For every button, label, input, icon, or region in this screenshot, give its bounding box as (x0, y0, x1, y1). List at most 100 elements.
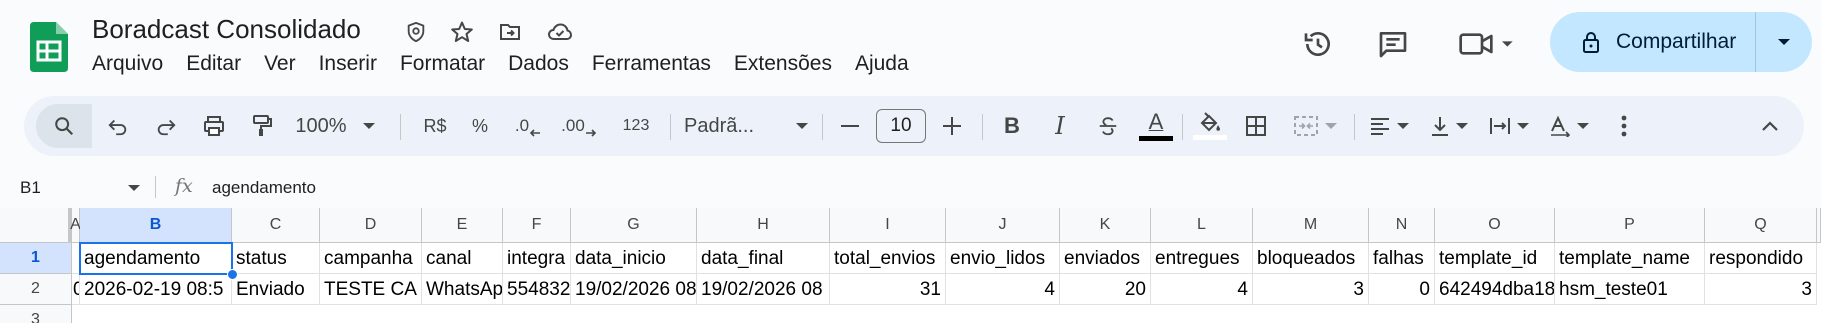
font-family-select[interactable]: Padrã... (684, 96, 808, 156)
column-header-j[interactable]: J (946, 208, 1060, 243)
select-all-corner[interactable] (0, 208, 72, 243)
cell-c1[interactable]: status (232, 243, 320, 274)
print-button[interactable] (194, 96, 234, 156)
increase-font-size-button[interactable] (932, 96, 972, 156)
cloud-saved-icon[interactable] (546, 18, 574, 46)
column-header-f[interactable]: F (503, 208, 571, 243)
bold-button[interactable]: B (992, 96, 1032, 156)
text-wrapping-button[interactable] (1480, 96, 1538, 156)
cell-l1[interactable]: entregues (1151, 243, 1253, 274)
fill-color-button[interactable] (1188, 96, 1232, 156)
cell-n1[interactable]: falhas (1369, 243, 1435, 274)
cell-l2[interactable]: 4 (1151, 274, 1253, 305)
menu-ver[interactable]: Ver (264, 52, 296, 76)
cell-q1[interactable]: respondido (1705, 243, 1817, 274)
column-header-k[interactable]: K (1060, 208, 1151, 243)
column-header-d[interactable]: D (320, 208, 422, 243)
cell-q2[interactable]: 3 (1705, 274, 1817, 305)
column-header-h[interactable]: H (697, 208, 830, 243)
share-button[interactable]: Compartilhar (1550, 12, 1755, 72)
column-header-l[interactable]: L (1151, 208, 1253, 243)
cell-a1[interactable] (72, 243, 80, 274)
strikethrough-button[interactable] (1088, 96, 1128, 156)
cell-d1[interactable]: campanha (320, 243, 422, 274)
column-header-b[interactable]: B (80, 208, 232, 243)
cell-m1[interactable]: bloqueados (1253, 243, 1369, 274)
menu-dados[interactable]: Dados (508, 52, 569, 76)
document-title[interactable]: Boradcast Consolidado (92, 14, 361, 45)
cell-n2[interactable]: 0 (1369, 274, 1435, 305)
name-box[interactable]: B1 (20, 178, 140, 198)
column-header-c[interactable]: C (232, 208, 320, 243)
column-header-n[interactable]: N (1369, 208, 1435, 243)
cell-j2[interactable]: 4 (946, 274, 1060, 305)
cell-a2[interactable]: 0 (72, 274, 80, 305)
version-history-icon[interactable] (1298, 24, 1338, 64)
column-header-m[interactable]: M (1253, 208, 1369, 243)
column-header-i[interactable]: I (830, 208, 946, 243)
cell-k1[interactable]: enviados (1060, 243, 1151, 274)
text-color-button[interactable]: A (1136, 96, 1176, 156)
cell-h1[interactable]: data_final (697, 243, 830, 274)
column-header-p[interactable]: P (1555, 208, 1705, 243)
menu-formatar[interactable]: Formatar (400, 52, 485, 76)
menu-arquivo[interactable]: Arquivo (92, 52, 163, 76)
borders-button[interactable] (1234, 96, 1278, 156)
horizontal-align-button[interactable] (1360, 96, 1418, 156)
row-header-3[interactable]: 3 (0, 305, 72, 323)
search-menus-button[interactable] (36, 104, 92, 148)
currency-format-button[interactable]: R$ (412, 96, 458, 156)
cell-e1[interactable]: canal (422, 243, 503, 274)
percent-format-button[interactable]: % (460, 96, 500, 156)
more-options-button[interactable] (1604, 96, 1644, 156)
font-size-input[interactable]: 10 (876, 109, 926, 143)
row-header-1[interactable]: 1 (0, 243, 72, 274)
cell-j1[interactable]: envio_lidos (946, 243, 1060, 274)
collapse-menus-button[interactable] (1750, 96, 1790, 156)
column-header-g[interactable]: G (571, 208, 697, 243)
decrease-font-size-button[interactable] (830, 96, 870, 156)
cell-i2[interactable]: 31 (830, 274, 946, 305)
move-folder-icon[interactable] (496, 18, 524, 46)
decrease-decimals-button[interactable]: .0 (506, 96, 550, 156)
cell-f1[interactable]: integra (503, 243, 571, 274)
cell-e2[interactable]: WhatsAp (422, 274, 503, 305)
column-header-a[interactable]: A (70, 208, 81, 243)
cell-p2[interactable]: hsm_teste01 (1555, 274, 1705, 305)
vertical-align-button[interactable] (1420, 96, 1478, 156)
column-header-r[interactable] (1817, 208, 1821, 243)
column-header-q[interactable]: Q (1705, 208, 1817, 243)
cell-f2[interactable]: 554832 (503, 274, 571, 305)
merge-cells-button[interactable] (1282, 96, 1348, 156)
menu-inserir[interactable]: Inserir (319, 52, 377, 76)
comments-icon[interactable] (1373, 24, 1413, 64)
zoom-select[interactable]: 100% (290, 96, 380, 156)
text-rotation-button[interactable] (1540, 96, 1598, 156)
menu-ferramentas[interactable]: Ferramentas (592, 52, 711, 76)
number-format-button[interactable]: 123 (614, 96, 658, 156)
cell-b1[interactable]: agendamento (80, 243, 232, 274)
cell-k2[interactable]: 20 (1060, 274, 1151, 305)
cell-p1[interactable]: template_name (1555, 243, 1705, 274)
cell-g2[interactable]: 19/02/2026 08 (571, 274, 697, 305)
italic-button[interactable]: I (1040, 96, 1080, 156)
meet-video-icon[interactable] (1454, 24, 1518, 64)
column-header-o[interactable]: O (1435, 208, 1555, 243)
menu-extensoes[interactable]: Extensões (734, 52, 832, 76)
shield-icon[interactable] (402, 18, 430, 46)
row-header-2[interactable]: 2 (0, 274, 72, 305)
formula-input[interactable]: agendamento (212, 178, 316, 198)
cell-o2[interactable]: 642494dba18 (1435, 274, 1555, 305)
redo-button[interactable] (146, 96, 186, 156)
share-dropdown-button[interactable] (1756, 12, 1812, 72)
cell-h2[interactable]: 19/02/2026 08 (697, 274, 830, 305)
menu-ajuda[interactable]: Ajuda (855, 52, 909, 76)
paint-format-button[interactable] (242, 96, 282, 156)
sheets-logo-icon[interactable] (30, 22, 68, 72)
cell-b2[interactable]: 2026-02-19 08:5 (80, 274, 232, 305)
column-header-e[interactable]: E (422, 208, 503, 243)
fill-handle[interactable] (227, 269, 238, 280)
star-icon[interactable] (448, 18, 476, 46)
cell-o1[interactable]: template_id (1435, 243, 1555, 274)
cell-g1[interactable]: data_inicio (571, 243, 697, 274)
